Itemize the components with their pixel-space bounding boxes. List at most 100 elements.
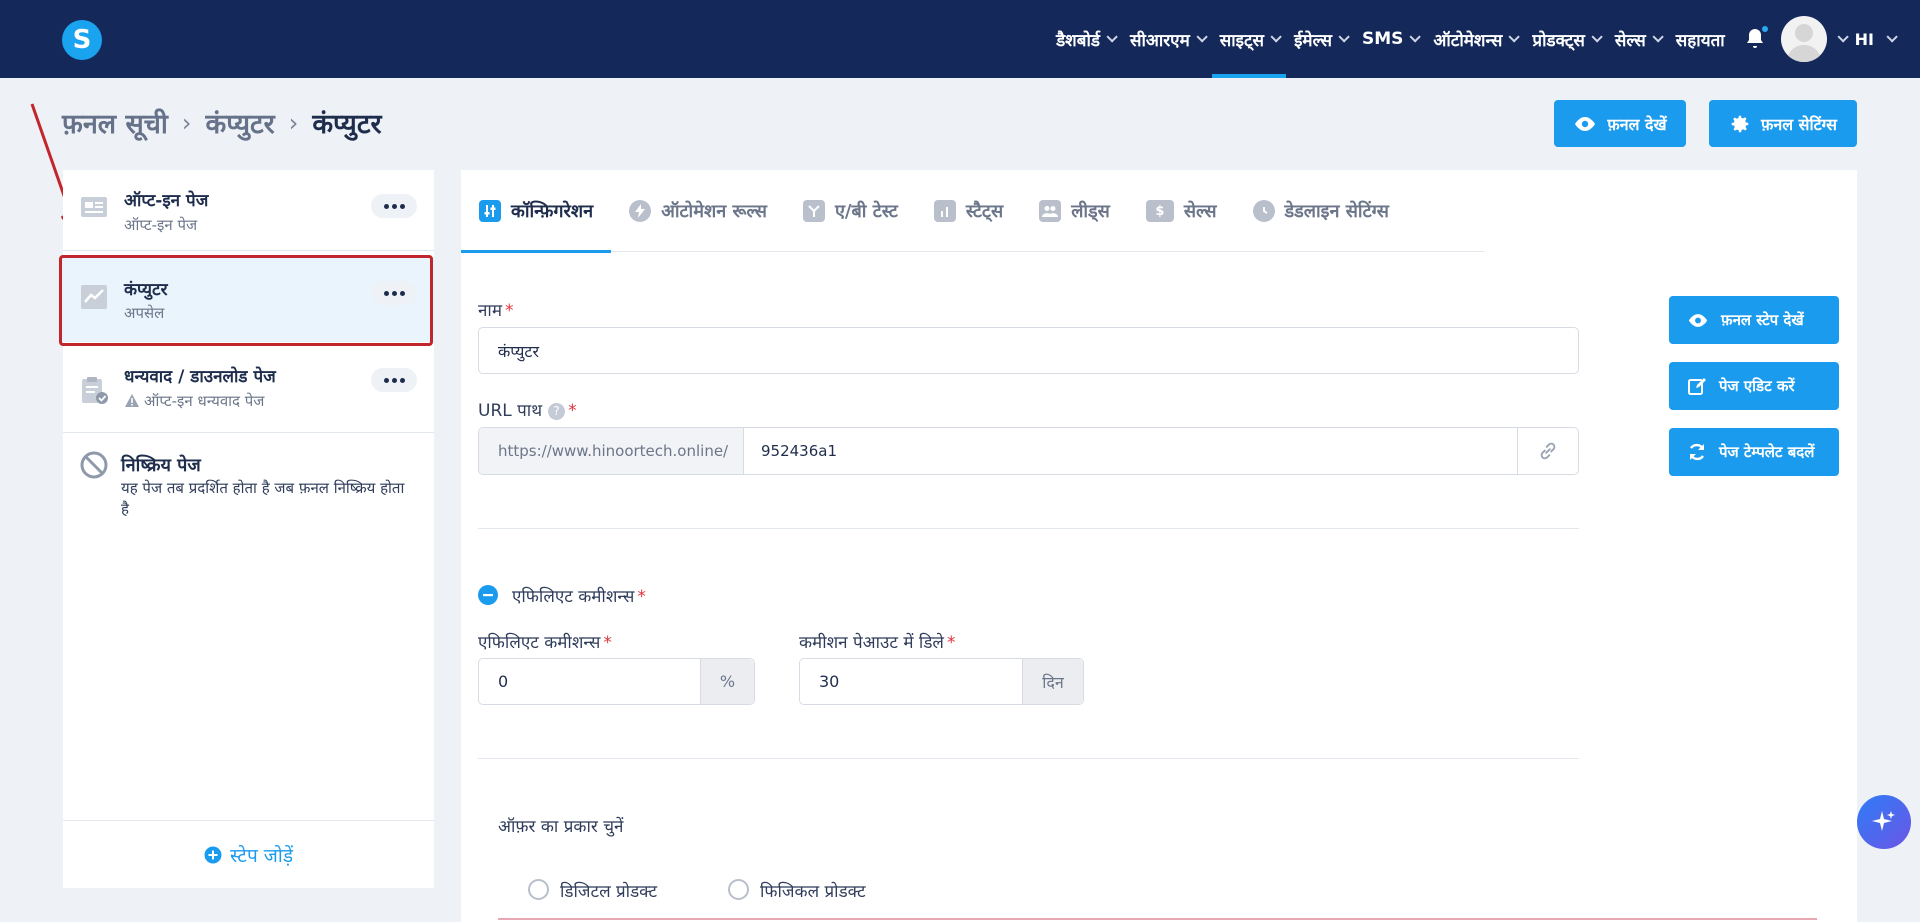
nav-products[interactable]: प्रोडक्ट्स xyxy=(1524,0,1607,78)
breadcrumb-current: कंप्युटर xyxy=(312,109,382,140)
add-step-label: स्टेप जोड़ें xyxy=(230,844,293,867)
edit-page-button[interactable]: पेज एडिट करें xyxy=(1669,362,1839,410)
step-title: ऑप्ट-इन पेज xyxy=(124,191,209,211)
divider xyxy=(478,758,1579,759)
change-template-button[interactable]: पेज टेम्पलेट बदलें xyxy=(1669,428,1839,476)
divider xyxy=(63,432,434,433)
step-more-button[interactable] xyxy=(371,194,417,218)
chevron-down-icon xyxy=(1508,31,1521,43)
name-label: नाम * xyxy=(478,301,514,321)
tab-deadline-settings[interactable]: डेडलाइन सेटिंग्स xyxy=(1235,170,1407,252)
minus-circle-icon[interactable] xyxy=(478,585,498,605)
refresh-icon xyxy=(1689,443,1705,461)
edit-page-label: पेज एडिट करें xyxy=(1719,377,1795,395)
chevron-down-icon xyxy=(1196,31,1208,43)
nav-label: प्रोडक्ट्स xyxy=(1532,30,1585,51)
step-title: धन्यवाद / डाउनलोड पेज xyxy=(124,367,276,387)
payout-delay-label: कमीशन पेआउट में डिले * xyxy=(799,633,956,653)
chevron-down-icon[interactable] xyxy=(1837,31,1849,43)
tab-label: सेल्स xyxy=(1183,201,1217,222)
inactive-page-title[interactable]: निष्क्रिय पेज xyxy=(121,453,201,477)
tab-leads[interactable]: लीड्स xyxy=(1021,170,1128,252)
nav-label: सहायता xyxy=(1675,30,1725,51)
tab-sales[interactable]: $ सेल्स xyxy=(1128,170,1235,252)
chevron-down-icon xyxy=(1106,31,1118,43)
selected-step-highlight xyxy=(59,255,433,346)
user-menu[interactable]: HI xyxy=(1855,30,1914,49)
notification-dot xyxy=(1760,25,1769,33)
url-prefix: https://www.hinoortech.online/ xyxy=(479,428,744,474)
percent-suffix: % xyxy=(700,659,754,704)
url-path-field: https://www.hinoortech.online/ 952436a1 xyxy=(478,427,1579,475)
days-suffix: दिन xyxy=(1022,659,1083,704)
affiliate-commission-input[interactable]: 0 % xyxy=(478,658,755,705)
add-step-button[interactable]: स्टेप जोड़ें xyxy=(63,820,434,888)
dollar-icon: $ xyxy=(1145,200,1174,222)
nav-label: SMS xyxy=(1361,29,1404,49)
plus-circle-icon xyxy=(204,846,222,863)
chevron-down-icon xyxy=(1886,31,1898,43)
physical-product-label[interactable]: फिजिकल प्रोडक्ट xyxy=(760,879,866,902)
inactive-page-description: यह पेज तब प्रदर्शित होता है जब फ़नल निष्… xyxy=(121,479,405,518)
copy-link-button[interactable] xyxy=(1517,428,1578,474)
step-thank-you[interactable]: धन्यवाद / डाउनलोड पेज ऑप्ट-इन धन्यवाद पे… xyxy=(63,350,434,435)
ai-assistant-button[interactable] xyxy=(1857,795,1911,849)
nav-sms[interactable]: SMS xyxy=(1354,0,1425,78)
nav-dashboard[interactable]: डैशबोर्ड xyxy=(1048,0,1122,78)
nav-emails[interactable]: ईमेल्स xyxy=(1286,0,1354,78)
nav-help[interactable]: सहायता xyxy=(1668,0,1733,78)
view-step-button[interactable]: फ़नल स्टेप देखें xyxy=(1669,296,1839,344)
step-config-panel: कॉन्फ़िगरेशन ऑटोमेशन रूल्स ए/बी टेस्ट स्… xyxy=(461,170,1857,922)
radio-digital-product[interactable] xyxy=(528,879,549,900)
chevron-right-icon: › xyxy=(288,108,299,137)
form-page-icon xyxy=(81,197,107,217)
tab-automation-rules[interactable]: ऑटोमेशन रूल्स xyxy=(611,170,785,252)
nav-label: सीआरएम xyxy=(1129,30,1190,51)
breadcrumb: फ़नल सूची › कंप्युटर › कंप्युटर xyxy=(62,104,382,141)
payout-delay-value: 30 xyxy=(819,672,840,691)
users-icon xyxy=(1039,200,1062,222)
nav-crm[interactable]: सीआरएम xyxy=(1122,0,1212,78)
divider xyxy=(478,528,1579,529)
link-icon xyxy=(1540,442,1556,460)
eye-icon xyxy=(1688,313,1708,327)
eye-icon xyxy=(1575,116,1596,131)
bell-icon[interactable] xyxy=(1743,25,1769,51)
funnel-settings-button[interactable]: फ़नल सेटिंग्स xyxy=(1709,100,1857,147)
step-optin[interactable]: ऑप्ट-इन पेज ऑप्ट-इन पेज xyxy=(63,170,434,250)
tab-stats[interactable]: स्टैट्स xyxy=(916,170,1021,252)
avatar[interactable] xyxy=(1780,16,1827,62)
tab-configuration[interactable]: कॉन्फ़िगरेशन xyxy=(461,170,612,253)
tab-ab-test[interactable]: ए/बी टेस्ट xyxy=(785,170,916,252)
chevron-down-icon xyxy=(1409,31,1422,43)
affiliate-section-toggle[interactable]: एफिलिएट कमीशन्स * xyxy=(512,584,646,607)
name-input[interactable]: कंप्युटर xyxy=(478,327,1579,374)
nav-sites[interactable]: साइट्स xyxy=(1211,0,1287,78)
digital-product-label[interactable]: डिजिटल प्रोडक्ट xyxy=(560,879,657,902)
tab-label: लीड्स xyxy=(1071,201,1110,222)
chevron-down-icon xyxy=(1338,31,1350,43)
app-logo[interactable]: S xyxy=(62,20,102,60)
ban-icon xyxy=(80,451,108,479)
affiliate-commission-value: 0 xyxy=(498,672,509,691)
bar-chart-icon xyxy=(933,200,956,222)
name-value: कंप्युटर xyxy=(498,341,539,361)
help-icon[interactable]: ? xyxy=(548,402,566,420)
url-path-input[interactable]: 952436a1 xyxy=(744,428,1517,474)
nav-automations[interactable]: ऑटोमेशन्स xyxy=(1425,0,1524,78)
offer-type-label: ऑफ़र का प्रकार चुनें xyxy=(498,817,624,837)
chevron-down-icon xyxy=(1591,31,1603,43)
step-more-button[interactable] xyxy=(371,368,417,392)
payout-delay-input[interactable]: 30 दिन xyxy=(799,658,1084,705)
user-initials: HI xyxy=(1854,29,1874,49)
radio-physical-product[interactable] xyxy=(728,879,749,900)
affiliate-commission-label: एफिलिएट कमीशन्स * xyxy=(478,633,612,653)
breadcrumb-funnel-list[interactable]: फ़नल सूची xyxy=(62,104,168,141)
nav-label: सेल्स xyxy=(1614,30,1646,51)
nav-sales[interactable]: सेल्स xyxy=(1607,0,1668,78)
view-funnel-button[interactable]: फ़नल देखें xyxy=(1554,100,1686,147)
nav-label: डैशबोर्ड xyxy=(1056,30,1100,51)
gear-icon xyxy=(1731,115,1749,132)
split-icon xyxy=(802,200,825,222)
breadcrumb-funnel[interactable]: कंप्युटर xyxy=(206,104,275,141)
